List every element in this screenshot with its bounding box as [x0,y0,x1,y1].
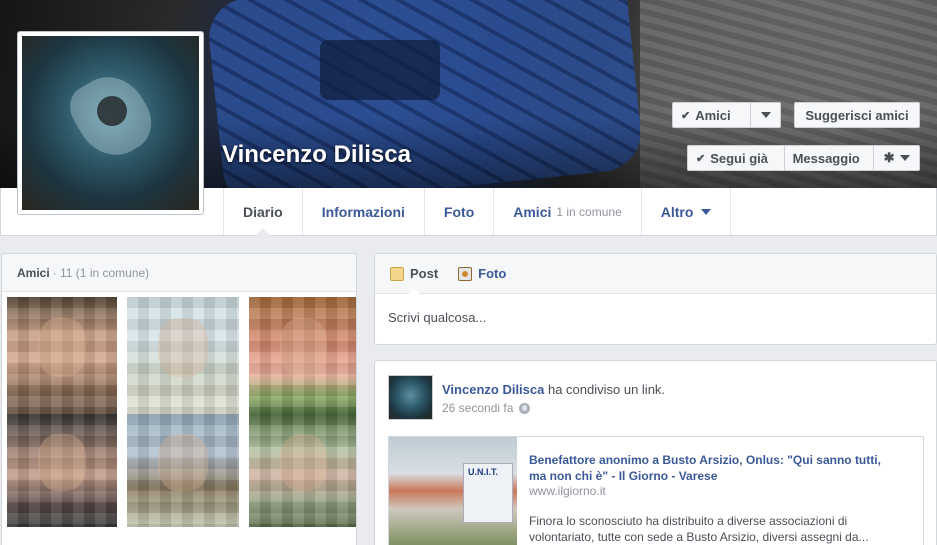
friend-thumbnail[interactable] [7,297,117,414]
cover-image-detail [320,40,440,100]
tab-amici[interactable]: Amici 1 in comune [493,188,641,235]
story-action: ha condiviso un link. [544,382,666,397]
tab-mutual-count: 1 in comune [556,204,622,219]
friend-thumbnail[interactable] [249,297,356,414]
check-icon: ✔ [696,152,706,165]
friend-thumbnail[interactable] [127,297,239,414]
thumbnail-sign-text: U.N.I.T. [468,467,499,477]
story-header: Vincenzo Dilisca ha condiviso un link. [442,382,665,397]
profile-name[interactable]: Vincenzo Dilisca [222,141,411,169]
friends-grid [7,297,356,527]
story-time[interactable]: 26 secondi fa [442,401,513,415]
profile-tabs: Diario Informazioni Foto Amici 1 in comu… [223,188,732,236]
composer-tab-photo[interactable]: Foto [458,254,506,294]
photo-icon [458,266,473,281]
friends-button[interactable]: ✔ Amici [672,102,781,128]
composer-tabs: Post Foto [375,254,936,295]
friend-thumbnail[interactable] [127,414,239,527]
friend-thumbnail[interactable] [7,414,117,527]
following-button[interactable]: ✔ Segui già [688,146,784,170]
settings-dropdown[interactable]: ✱ [873,146,919,170]
friends-box-title[interactable]: Amici [17,266,50,280]
message-button[interactable]: Messaggio [783,146,874,170]
link-title[interactable]: Benefattore anonimo a Busto Arsizio, Onl… [529,452,889,484]
tab-foto[interactable]: Foto [423,188,493,235]
friends-box-header: Amici · 11 (1 in comune) [2,254,356,292]
composer-tab-post[interactable]: Post [390,254,439,295]
friends-box: Amici · 11 (1 in comune) [1,253,357,545]
tab-informazioni[interactable]: Informazioni [301,188,424,235]
feed-story: Vincenzo Dilisca ha condiviso un link. 2… [374,360,937,545]
story-author[interactable]: Vincenzo Dilisca [442,382,544,397]
tab-label: Diario [243,203,283,220]
following-button-label: Segui già [710,150,769,166]
check-icon: ✔ [681,109,691,122]
tab-altro[interactable]: Altro [640,188,732,235]
link-description: Finora lo sconosciuto ha distribuito a d… [529,514,869,544]
tab-label: Foto [443,203,475,220]
chevron-down-icon [899,155,910,161]
friend-thumbnail[interactable] [249,414,356,527]
friends-box-count: · 11 (1 in comune) [52,265,150,280]
suggest-friends-label: Suggerisci amici [805,107,909,123]
chevron-down-icon [760,112,771,118]
tab-label: Amici [513,203,552,220]
link-domain: www.ilgiorno.it [529,484,606,498]
avatar[interactable] [388,375,433,420]
globe-icon[interactable] [519,402,531,414]
composer-input[interactable]: Scrivi qualcosa... [375,294,936,341]
composer-tab-label: Foto [478,266,507,281]
profile-actions-group: ✔ Segui già Messaggio ✱ [687,145,920,171]
profile-picture-image [22,36,199,210]
tab-label: Informazioni [321,203,405,220]
friends-button-label: Amici [695,107,731,123]
message-button-label: Messaggio [792,150,860,166]
chevron-down-icon [701,208,712,215]
thumbnail-sign: U.N.I.T. [463,463,513,523]
friends-dropdown[interactable] [750,103,780,127]
gear-icon: ✱ [883,150,895,165]
link-preview[interactable]: U.N.I.T. Benefattore anonimo a Busto Ars… [388,436,924,545]
profile-picture[interactable] [17,31,204,215]
tab-label: Altro [660,203,694,220]
tab-diario[interactable]: Diario [223,188,302,236]
post-icon [390,266,404,281]
story-timestamp: 26 secondi fa [442,401,531,415]
link-thumbnail[interactable]: U.N.I.T. [389,437,517,545]
composer-tab-label: Post [410,266,439,281]
post-composer: Post Foto Scrivi qualcosa... [374,253,937,345]
suggest-friends-button[interactable]: Suggerisci amici [794,102,920,128]
friends-button-main[interactable]: ✔ Amici [673,103,750,127]
